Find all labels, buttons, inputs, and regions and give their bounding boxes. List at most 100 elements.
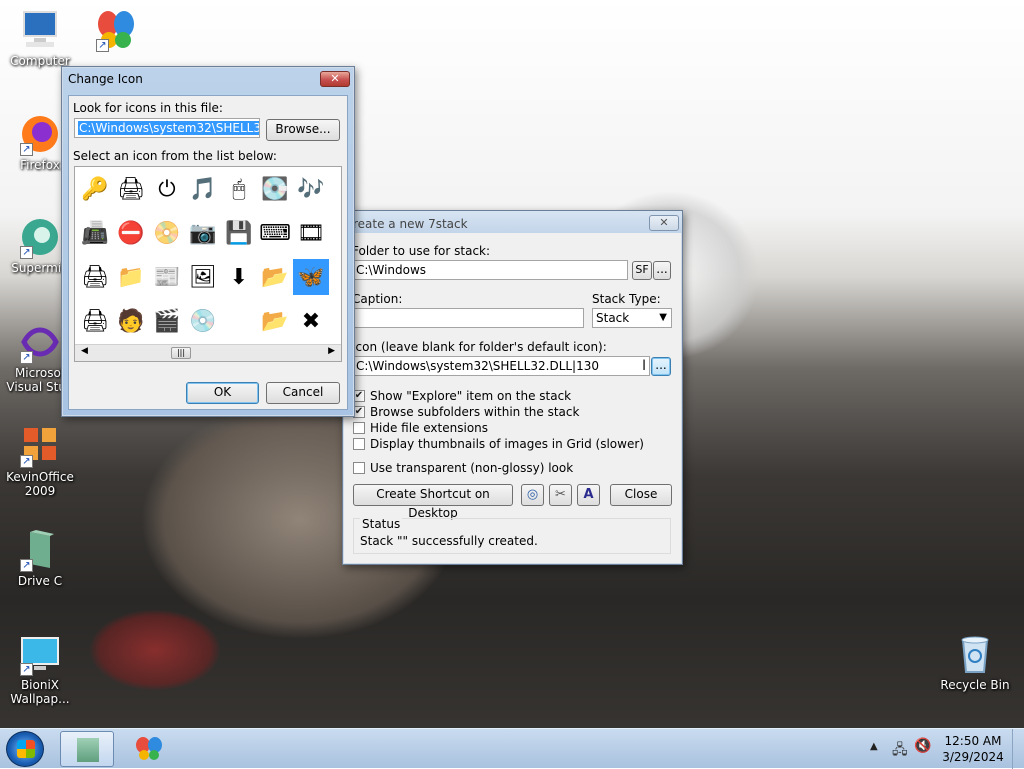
office-icon: ↗ [18,424,62,468]
icon-cell[interactable]: 🎬 [149,303,185,339]
ok-button[interactable]: OK [186,382,259,404]
change-icon-titlebar[interactable]: Change Icon ✕ [62,67,354,89]
desktop-icon-recycle-bin[interactable]: Recycle Bin [937,632,1013,692]
icon-cell[interactable]: ▯ [329,259,342,295]
icon-cell[interactable]: 🖨 [113,171,149,207]
icon-cell[interactable]: 🖨 [77,259,113,295]
option-show-explore[interactable]: ✔ Show "Explore" item on the stack [353,389,571,403]
show-desktop-button[interactable] [1012,729,1024,769]
checkbox-unchecked-icon [353,422,365,434]
icon-cell[interactable]: 📁 [113,259,149,295]
msn-butterfly-icon [136,737,162,760]
visual-studio-icon: ↗ [18,320,62,364]
icon-cell[interactable]: ▯ [329,171,342,207]
stack-app-icon [77,738,99,762]
icon-browse-button[interactable]: ... [651,357,671,376]
icon-cell[interactable]: 🎶 [293,171,329,207]
icon-cell[interactable]: 🎞 [293,215,329,251]
icon-cell[interactable]: ⌨ [257,215,293,251]
desktop-icon-computer[interactable]: Computer [2,8,78,68]
icon-cell[interactable]: 🦋 [293,259,329,295]
folder-browse-button[interactable]: ... [653,261,671,280]
icon-cell[interactable]: 📷 [185,215,221,251]
caption-input[interactable] [352,308,584,328]
checkbox-unchecked-icon [353,438,365,450]
icon-file-value: C:\Windows\system32\SHELL32.DLL [78,121,259,135]
icon-cell[interactable]: 💽 [257,171,293,207]
option-transparent-look[interactable]: Use transparent (non-glossy) look [353,461,573,475]
taskbar: ▲ 🖧 🔇 12:50 AM 3/29/2024 [0,728,1024,769]
icon-cell[interactable]: 📂 [257,303,293,339]
icon-list[interactable]: ◀ ||| ▶ 🔑🖨⏻🎵🖱💽🎶▯📠⛔📀📷💾⌨🎞▯🖨📁📰🖼⬇📂🦋▯🖨🧑🎬💿📂✖▯ [74,166,342,362]
folder-input[interactable]: C:\Windows [352,260,628,280]
icon-cell[interactable]: 💿 [185,303,221,339]
stack-close-button[interactable]: ✕ [649,215,679,231]
search-tool-button[interactable]: ◎ [521,484,544,506]
clock-date: 3/29/2024 [942,750,1004,764]
scroll-thumb[interactable]: ||| [171,347,191,359]
icon-cell[interactable]: 💾 [221,215,257,251]
status-text: Stack "" successfully created. [360,534,538,548]
create-shortcut-button[interactable]: Create Shortcut on Desktop [353,484,513,520]
font-icon: A [583,487,594,502]
icon-cell[interactable]: 🖨 [77,303,113,339]
supermium-icon: ↗ [18,215,62,259]
font-tool-button[interactable]: A [577,484,600,506]
scroll-left-icon[interactable]: ◀ [81,346,88,356]
icon-file-input[interactable]: C:\Windows\system32\SHELL32.DLL [74,118,260,138]
start-button[interactable] [6,731,44,767]
wallpaper-blob [90,610,220,690]
recycle-bin-icon [953,632,997,676]
icon-cell[interactable]: ✖ [293,303,329,339]
browse-button[interactable]: Browse... [266,119,340,141]
special-folder-button[interactable]: SF [632,261,652,280]
icon-path-input[interactable]: C:\Windows\system32\SHELL32.DLL|130 [352,356,650,376]
status-panel: Status Stack "" successfully created. [353,517,671,554]
stack-title: reate a new 7stack [353,217,468,231]
desktop-icon-kevinoffice[interactable]: ↗ KevinOffice 2009 [2,424,78,498]
icon-cell[interactable]: ▯ [329,215,342,251]
checkbox-unchecked-icon [353,462,365,474]
show-hidden-icons-icon[interactable]: ▲ [870,741,878,752]
desktop-icon-drive-c[interactable]: ↗ Drive C [2,528,78,588]
network-icon[interactable]: 🖧 [892,739,908,763]
change-icon-close-button[interactable]: ✕ [320,71,350,87]
icon-cell[interactable] [221,303,257,339]
desktop-icon-msn[interactable]: ↗ [78,8,154,54]
look-for-label: Look for icons in this file: [73,101,223,115]
volume-muted-icon[interactable]: 🔇 [914,738,931,754]
icon-cell[interactable]: 🎵 [185,171,221,207]
horizontal-scrollbar[interactable]: ◀ ||| ▶ [75,344,341,361]
icon-cell[interactable]: 🖼 [185,259,221,295]
icon-cell[interactable]: ⏻ [149,171,185,207]
stack-titlebar[interactable]: reate a new 7stack ✕ [343,211,682,233]
option-display-thumbnails[interactable]: Display thumbnails of images in Grid (sl… [353,437,644,451]
option-browse-subfolders[interactable]: ✔ Browse subfolders within the stack [353,405,579,419]
icon-cell[interactable]: 📀 [149,215,185,251]
option-hide-extensions[interactable]: Hide file extensions [353,421,488,435]
taskbar-msn-button[interactable] [122,731,176,767]
tools-icon: ✂ [555,487,566,502]
icon-cell[interactable]: 📂 [257,259,293,295]
clock[interactable]: 12:50 AM 3/29/2024 [940,733,1006,765]
taskbar-7stack-button[interactable] [60,731,114,767]
icon-cell[interactable]: 🖱 [221,171,257,207]
icon-cell[interactable]: ⬇ [221,259,257,295]
desktop-icon-bionix[interactable]: ↗ BioniX Wallpap... [2,632,78,706]
stack-type-label: Stack Type: [592,292,661,306]
magnifier-icon: ◎ [526,487,539,502]
icon-cell[interactable]: 🔑 [77,171,113,207]
icon-cell[interactable]: 📰 [149,259,185,295]
bionix-icon: ↗ [18,632,62,676]
settings-tool-button[interactable]: ✂ [549,484,572,506]
icon-cell[interactable]: 📠 [77,215,113,251]
stack-type-select[interactable]: Stack ▼ [592,308,672,328]
close-button[interactable]: Close [610,484,672,506]
icon-cell[interactable]: 🧑 [113,303,149,339]
status-title: Status [360,517,403,531]
icon-cell[interactable]: ⛔ [113,215,149,251]
msn-butterfly-icon: ↗ [94,8,138,52]
scroll-right-icon[interactable]: ▶ [328,346,335,356]
cancel-button[interactable]: Cancel [266,382,340,404]
icon-cell[interactable]: ▯ [329,303,342,339]
